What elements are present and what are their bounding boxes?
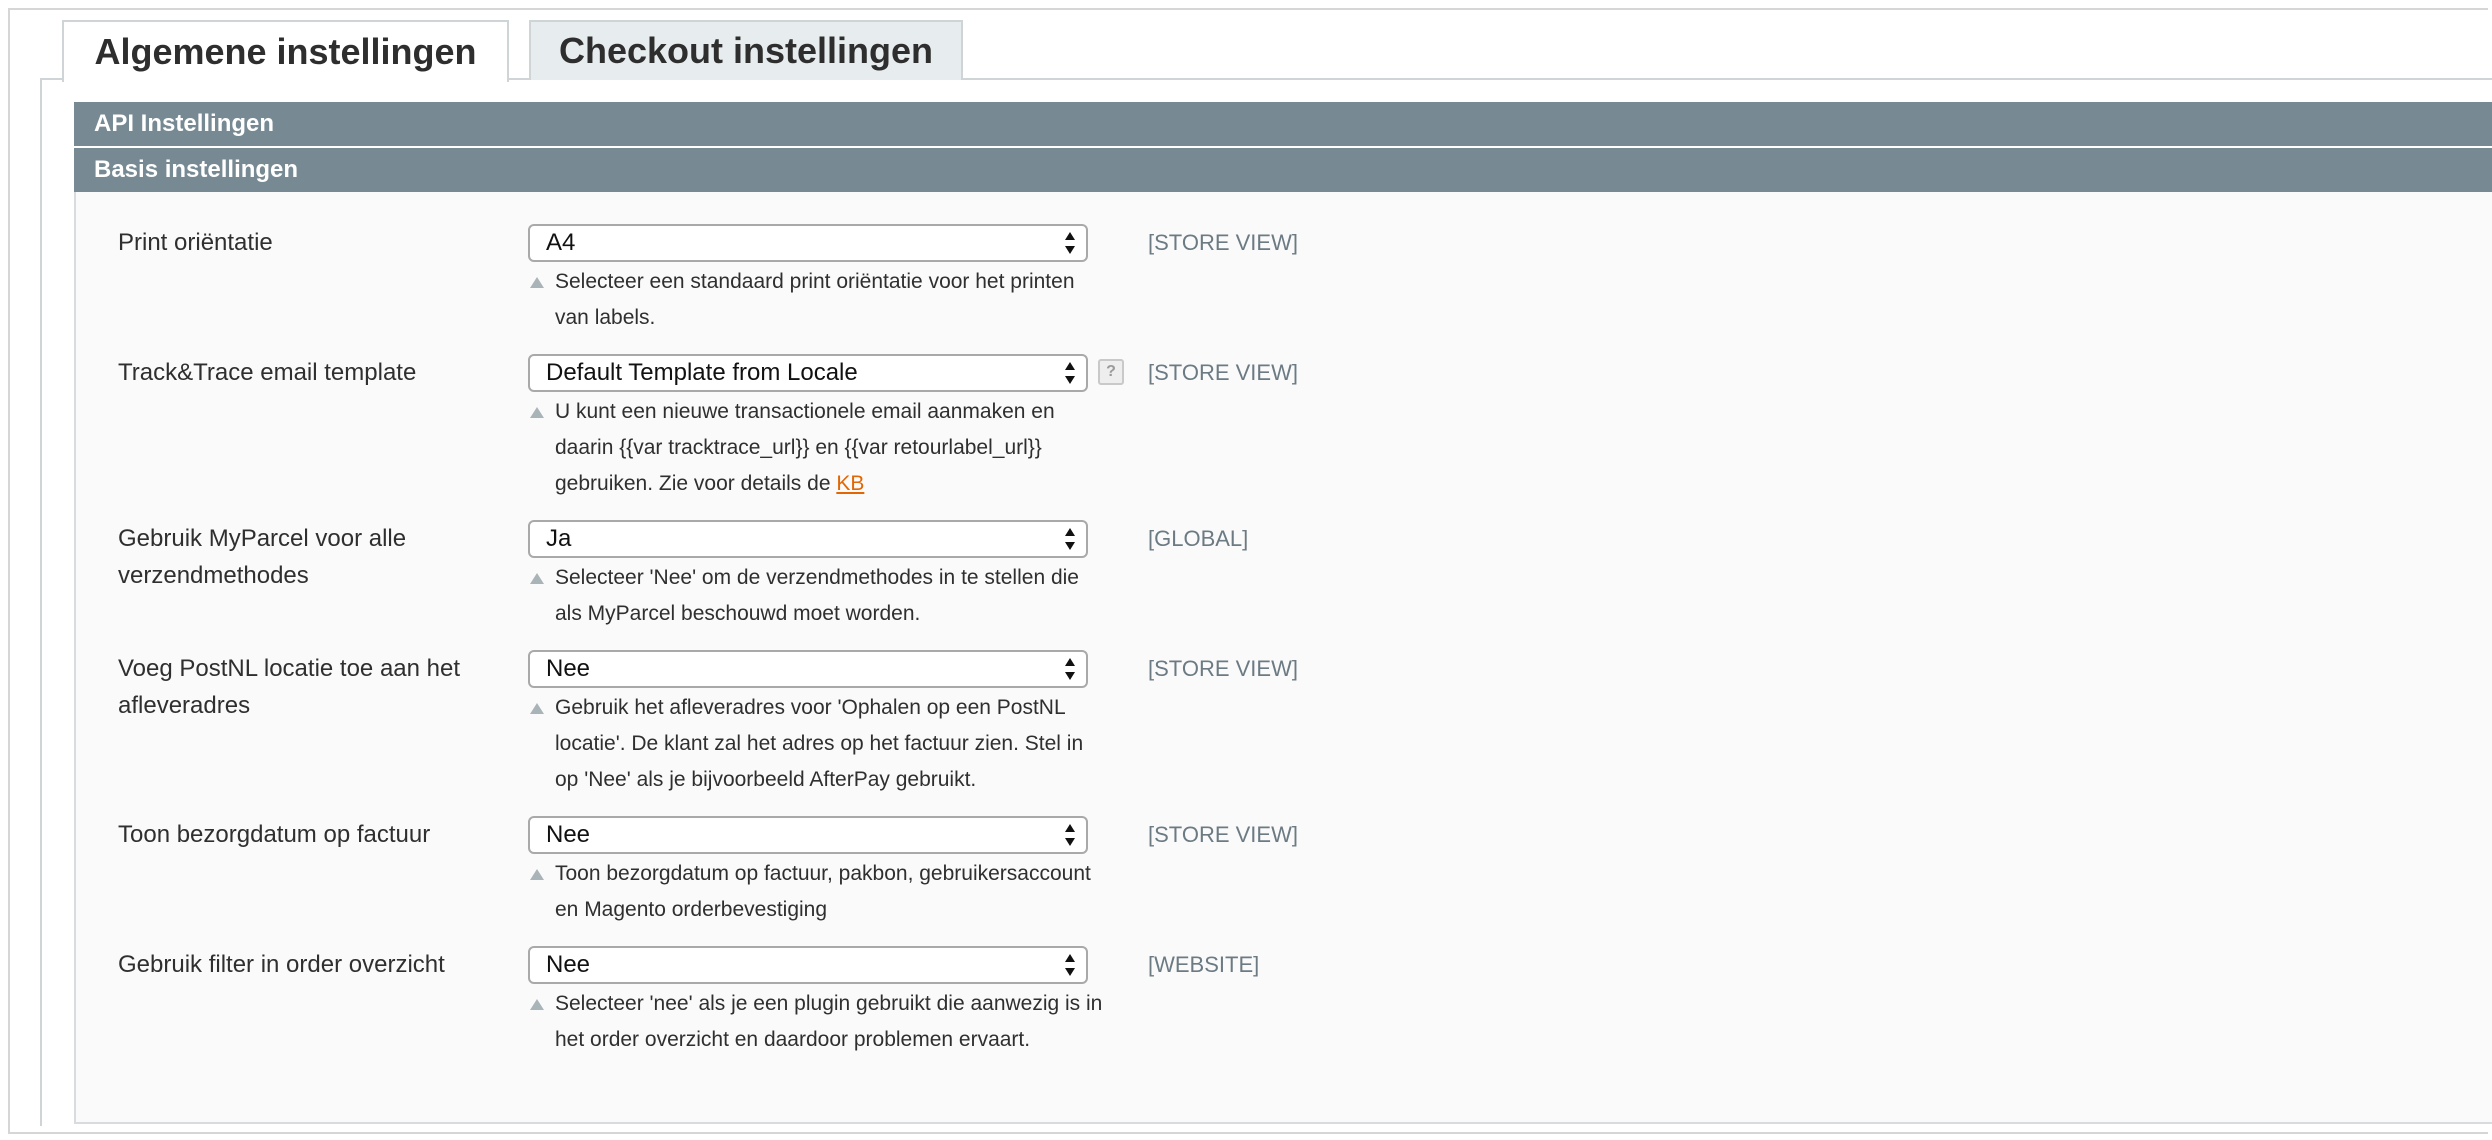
setting-note: Selecteer een standaard print oriëntatie… (528, 264, 1108, 336)
setting-note: Selecteer 'nee' als je een plugin gebrui… (528, 986, 1108, 1058)
tracktrace-template-select[interactable]: Default Template from Locale (528, 354, 1088, 392)
print-orientatie-select[interactable]: A4 (528, 224, 1088, 262)
scope-label: [STORE VIEW] (1148, 656, 1298, 681)
scope-label: [STORE VIEW] (1148, 360, 1298, 385)
setting-label: Gebruik filter in order overzicht (118, 951, 445, 978)
note-text: Selecteer 'nee' als je een plugin gebrui… (555, 992, 1103, 1051)
select-value: Nee (546, 821, 591, 848)
postnl-locatie-select[interactable]: Nee (528, 650, 1088, 688)
select-value: A4 (546, 229, 576, 256)
section-header-basis[interactable]: Basis instellingen (74, 148, 2492, 192)
section-header-api[interactable]: API Instellingen (74, 102, 2492, 146)
section-title-basis: Basis instellingen (94, 156, 299, 183)
up-down-arrows-icon (1064, 657, 1076, 681)
triangle-up-icon (530, 407, 544, 418)
scope-label: [GLOBAL] (1148, 526, 1249, 551)
scope-label: [WEBSITE] (1148, 952, 1260, 977)
up-down-arrows-icon (1064, 527, 1076, 551)
select-value: Default Template from Locale (546, 359, 858, 386)
tab-algemene-instellingen[interactable]: Algemene instellingen (62, 20, 509, 82)
up-down-arrows-icon (1064, 953, 1076, 977)
setting-note: Gebruik het afleveradres voor 'Ophalen o… (528, 690, 1108, 798)
note-text: Selecteer 'Nee' om de verzendmethodes in… (555, 566, 1079, 625)
triangle-up-icon (530, 277, 544, 288)
setting-label: Gebruik MyParcel voor alle verzendmethod… (118, 525, 407, 589)
tab-checkout-instellingen[interactable]: Checkout instellingen (529, 20, 963, 80)
setting-note: U kunt een nieuwe transactionele email a… (528, 394, 1108, 502)
note-text: Gebruik het afleveradres voor 'Ophalen o… (555, 696, 1084, 791)
setting-label: Print oriëntatie (118, 229, 273, 256)
note-text: U kunt een nieuwe transactionele email a… (555, 400, 1055, 495)
kb-link[interactable]: KB (836, 472, 864, 495)
setting-label: Track&Trace email template (118, 359, 417, 386)
up-down-arrows-icon (1064, 231, 1076, 255)
triangle-up-icon (530, 573, 544, 584)
up-down-arrows-icon (1064, 361, 1076, 385)
triangle-up-icon (530, 999, 544, 1010)
triangle-up-icon (530, 869, 544, 880)
scope-label: [STORE VIEW] (1148, 822, 1298, 847)
note-text: Toon bezorgdatum op factuur, pakbon, geb… (555, 862, 1091, 921)
up-down-arrows-icon (1064, 823, 1076, 847)
setting-note: Selecteer 'Nee' om de verzendmethodes in… (528, 560, 1108, 632)
select-value: Nee (546, 951, 591, 978)
filter-order-overzicht-select[interactable]: Nee (528, 946, 1088, 984)
triangle-up-icon (530, 703, 544, 714)
note-text: Selecteer een standaard print oriëntatie… (555, 270, 1075, 329)
question-mark-icon[interactable]: ? (1098, 359, 1124, 385)
select-value: Ja (546, 525, 572, 552)
section-title-api: API Instellingen (94, 110, 275, 137)
basis-settings-form: Print oriëntatie A4 [STORE VIEW] Selecte… (74, 192, 2492, 1124)
select-value: Nee (546, 655, 591, 682)
setting-label: Toon bezorgdatum op factuur (118, 821, 431, 848)
bezorgdatum-factuur-select[interactable]: Nee (528, 816, 1088, 854)
scope-label: [STORE VIEW] (1148, 230, 1298, 255)
setting-label: Voeg PostNL locatie toe aan het aflevera… (118, 655, 461, 719)
myparcel-all-methods-select[interactable]: Ja (528, 520, 1088, 558)
setting-note: Toon bezorgdatum op factuur, pakbon, geb… (528, 856, 1108, 928)
